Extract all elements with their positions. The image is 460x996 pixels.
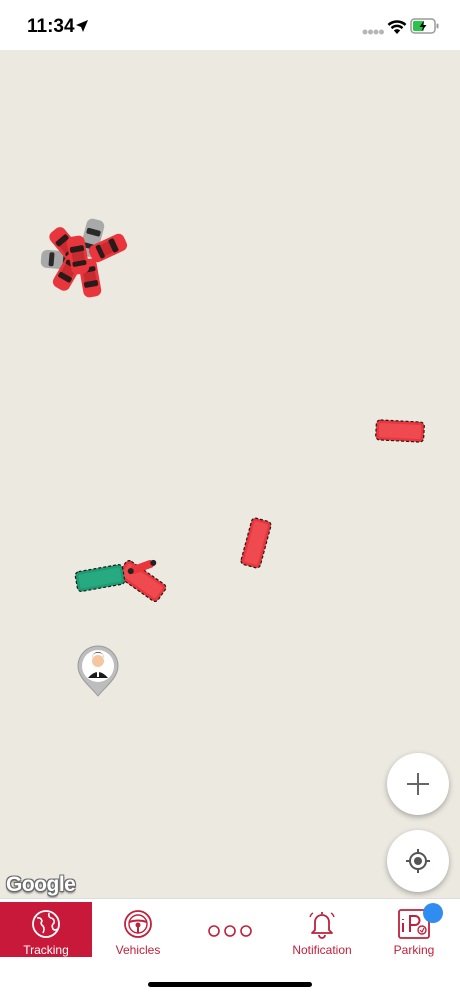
tab-tracking-label: Tracking — [23, 943, 69, 957]
steering-wheel-icon — [124, 910, 152, 938]
user-location-marker[interactable] — [77, 645, 119, 697]
vehicle-bus-green[interactable] — [74, 563, 126, 593]
tab-notification[interactable]: Notification — [276, 902, 368, 957]
zoom-in-button[interactable] — [387, 753, 449, 815]
map-view[interactable]: Google — [0, 50, 460, 898]
my-location-button[interactable] — [387, 830, 449, 892]
bell-icon — [309, 912, 335, 939]
vehicle-cluster[interactable] — [40, 217, 130, 299]
wifi-icon — [387, 20, 407, 34]
crosshair-icon — [406, 849, 430, 873]
location-arrow-icon — [76, 20, 88, 32]
more-dots-icon — [208, 925, 252, 937]
tab-notification-label: Notification — [292, 943, 352, 957]
tab-parking[interactable]: Parking — [368, 902, 460, 957]
cellular-signal-icon — [362, 29, 384, 35]
plus-icon — [407, 773, 429, 795]
tab-vehicles[interactable]: Vehicles — [92, 902, 184, 957]
status-time: 11:34 — [27, 16, 75, 37]
tab-more[interactable] — [184, 902, 276, 957]
vehicle-bus-red[interactable] — [374, 419, 426, 443]
google-logo: Google — [6, 873, 76, 896]
status-bar: 11:34 — [0, 0, 460, 50]
globe-icon — [32, 910, 60, 938]
tab-parking-label: Parking — [393, 943, 435, 957]
tab-tracking[interactable]: Tracking — [0, 902, 92, 957]
home-indicator[interactable] — [148, 982, 312, 987]
battery-charging-icon — [410, 18, 439, 34]
tab-vehicles-label: Vehicles — [115, 943, 161, 957]
vehicle-bus-red[interactable] — [239, 516, 273, 570]
parking-notification-badge — [423, 903, 443, 923]
